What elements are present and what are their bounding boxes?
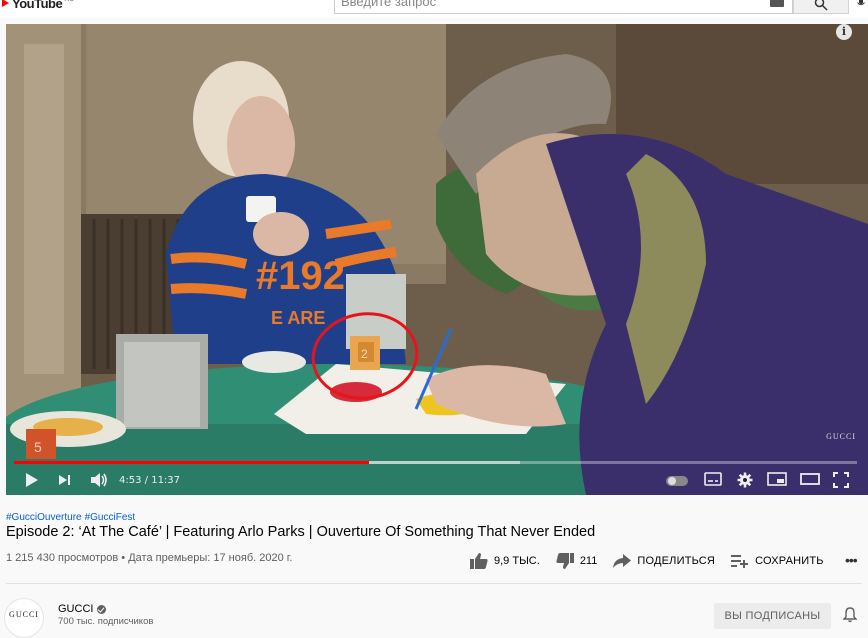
time-display: 4:53 / 11:37 <box>119 475 180 486</box>
share-button[interactable]: ПОДЕЛИТЬСЯ <box>613 554 715 568</box>
premiere-date: Дата премьеры: 17 нояб. 2020 г. <box>128 552 293 564</box>
video-watermark: GUCCI <box>826 432 856 441</box>
youtube-play-icon <box>2 0 9 7</box>
miniplayer-icon[interactable] <box>767 472 787 486</box>
progress-played <box>14 461 369 464</box>
share-icon <box>613 554 632 568</box>
play-icon[interactable] <box>25 472 39 488</box>
save-label: СОХРАНИТЬ <box>755 555 824 567</box>
current-time: 4:53 <box>119 475 142 486</box>
subscribed-button[interactable]: ВЫ ПОДПИСАНЫ <box>714 603 831 629</box>
more-actions-button[interactable]: ••• <box>845 552 858 568</box>
youtube-logo[interactable]: YouTube RU <box>0 0 74 12</box>
subscriber-count: 700 тыс. подписчиков <box>58 616 154 627</box>
autoplay-toggle[interactable] <box>666 476 688 486</box>
meta-bullet: • <box>118 552 129 564</box>
verified-icon <box>97 604 107 614</box>
keyboard-icon[interactable] <box>770 0 784 7</box>
video-meta: 1 215 430 просмотров • Дата премьеры: 17… <box>6 552 292 564</box>
svg-text:#192: #192 <box>256 254 345 298</box>
progress-bar[interactable] <box>14 461 857 464</box>
player-controls: 4:53 / 11:37 <box>6 468 868 495</box>
hashtag-link[interactable]: #GucciFest <box>85 512 136 523</box>
hashtag-link[interactable]: #GucciOuverture <box>6 512 82 523</box>
masthead: YouTube RU <box>0 0 868 18</box>
svg-text:2: 2 <box>361 347 368 361</box>
logo-text: YouTube <box>12 0 63 11</box>
bell-icon[interactable] <box>843 607 857 623</box>
search-input[interactable] <box>341 0 761 9</box>
save-button[interactable]: СОХРАНИТЬ <box>731 554 824 568</box>
channel-name[interactable]: GUCCI <box>58 603 93 615</box>
share-label: ПОДЕЛИТЬСЯ <box>637 555 716 567</box>
fullscreen-icon[interactable] <box>833 472 849 488</box>
dislike-button[interactable]: 211 <box>556 553 598 569</box>
thumbs-up-icon <box>470 553 488 569</box>
svg-text:5: 5 <box>34 439 42 455</box>
time-separator: / <box>141 475 152 486</box>
search-box[interactable] <box>334 0 793 14</box>
hashtags: #GucciOuverture #GucciFest <box>6 512 138 523</box>
playlist-add-icon <box>731 555 749 568</box>
volume-icon[interactable] <box>90 472 108 488</box>
info-icon[interactable]: i <box>836 24 852 40</box>
dislike-count: 211 <box>579 555 598 567</box>
settings-icon[interactable] <box>737 472 753 488</box>
next-icon[interactable] <box>58 472 72 488</box>
logo-region: RU <box>64 0 74 3</box>
like-button[interactable]: 9,9 ТЫС. <box>470 553 540 569</box>
divider <box>6 583 862 584</box>
video-actions: 9,9 ТЫС. 211 ПОДЕЛИТЬСЯ СОХРАНИТЬ <box>470 551 840 571</box>
video-title: Episode 2: ‘At The Café’ | Featuring Arl… <box>6 524 596 540</box>
search-icon <box>814 0 828 11</box>
microphone-icon[interactable] <box>856 0 866 8</box>
channel-name-row: GUCCI <box>58 603 107 615</box>
search-button[interactable] <box>793 0 849 14</box>
svg-text:E ARE: E ARE <box>271 308 325 328</box>
like-count: 9,9 ТЫС. <box>494 555 540 567</box>
video-frame: #192 E ARE 5 2 <box>6 24 868 495</box>
view-count: 1 215 430 просмотров <box>6 552 119 564</box>
subtitles-icon[interactable] <box>704 472 722 486</box>
thumbs-down-icon <box>556 553 574 569</box>
theater-mode-icon[interactable] <box>800 472 820 486</box>
duration: 11:37 <box>151 475 181 486</box>
video-player[interactable]: #192 E ARE 5 2 i GUCCI 4:53 / 11:37 <box>6 24 868 495</box>
channel-avatar[interactable]: GUCCI <box>4 598 44 638</box>
